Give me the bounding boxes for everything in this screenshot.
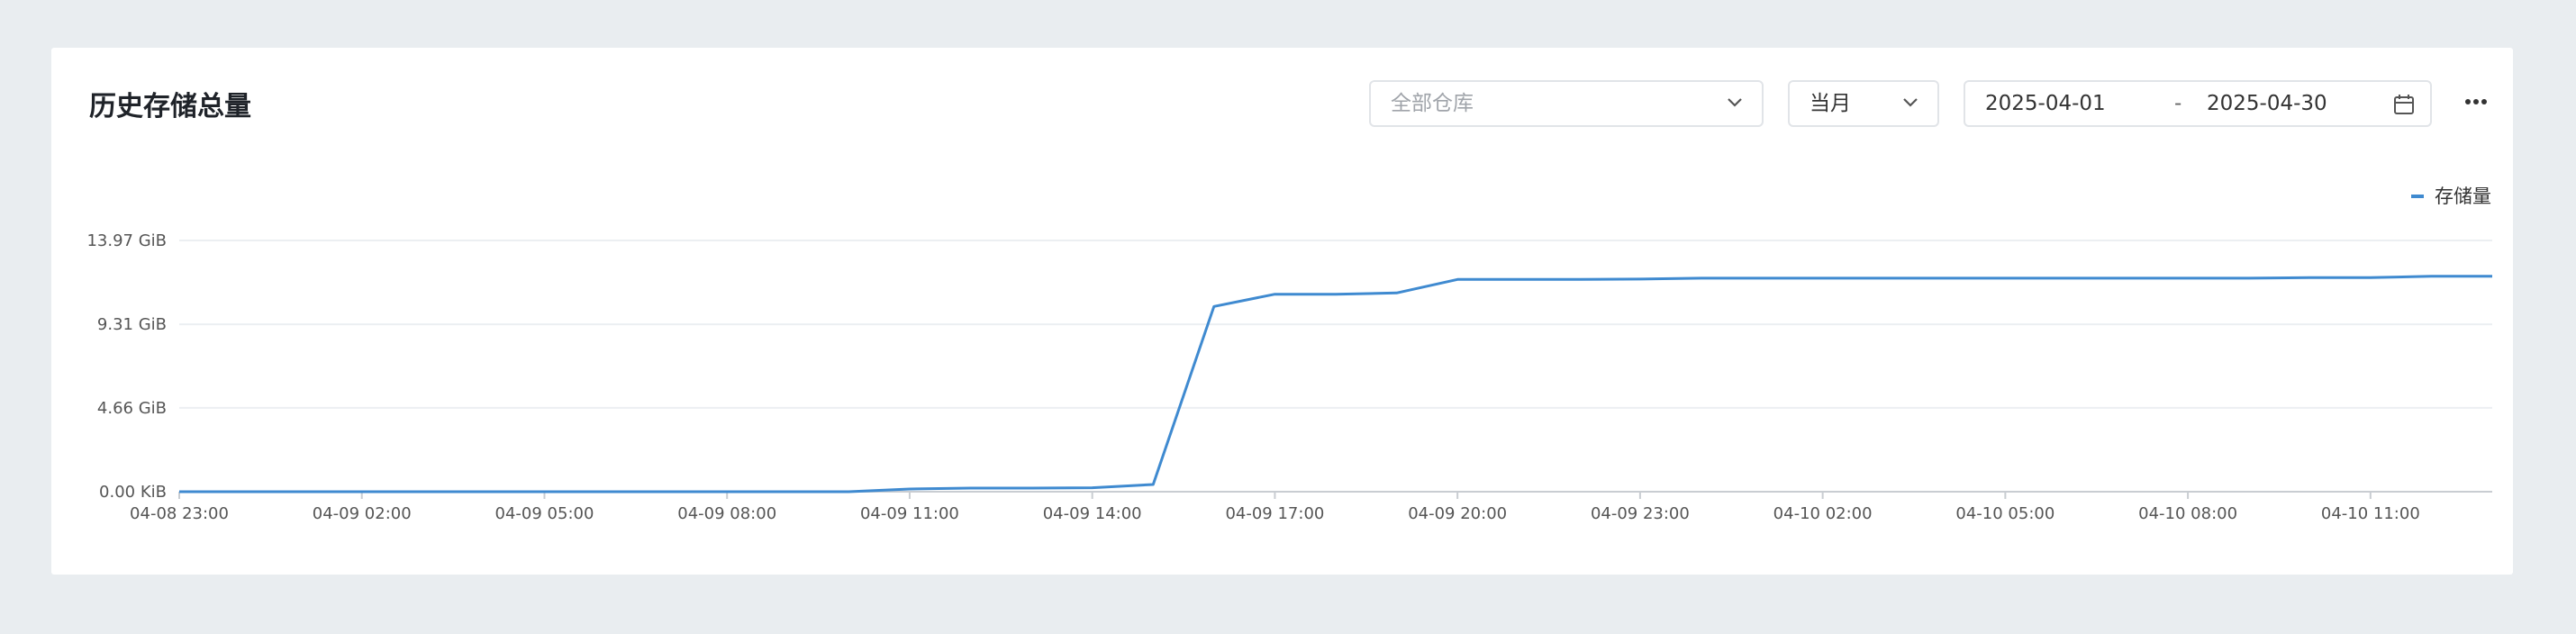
x-tick-label: 04-09 23:00: [1591, 504, 1690, 523]
x-tick-label: 04-10 08:00: [2138, 504, 2237, 523]
x-tick-label: 04-10 05:00: [1955, 504, 2054, 523]
y-tick-label: 4.66 GiB: [97, 399, 167, 418]
storage-history-card: 历史存储总量 全部仓库 当月 2025-04-01 - 2025-04-30 存…: [51, 48, 2513, 575]
series-line-storage: [179, 275, 2492, 494]
x-tick-label: 04-10 02:00: [1773, 504, 1873, 523]
y-tick-label: 9.31 GiB: [97, 315, 167, 334]
x-tick-label: 04-08 23:00: [130, 504, 229, 523]
x-tick-label: 04-10 11:00: [2321, 504, 2420, 523]
x-tick-label: 04-09 05:00: [495, 504, 594, 523]
x-tick-label: 04-09 08:00: [677, 504, 776, 523]
x-tick-label: 04-09 11:00: [860, 504, 959, 523]
x-tick-label: 04-09 14:00: [1043, 504, 1142, 523]
x-tick-label: 04-09 20:00: [1408, 504, 1507, 523]
y-tick-label: 13.97 GiB: [86, 231, 167, 250]
x-tick-label: 04-09 17:00: [1225, 504, 1324, 523]
y-tick-label: 0.00 KiB: [99, 483, 167, 502]
storage-line-chart: 0.00 KiB 4.66 GiB 9.31 GiB 13.97 GiB 04-08 2…: [86, 231, 2492, 523]
x-tick-label: 04-09 02:00: [313, 504, 412, 523]
